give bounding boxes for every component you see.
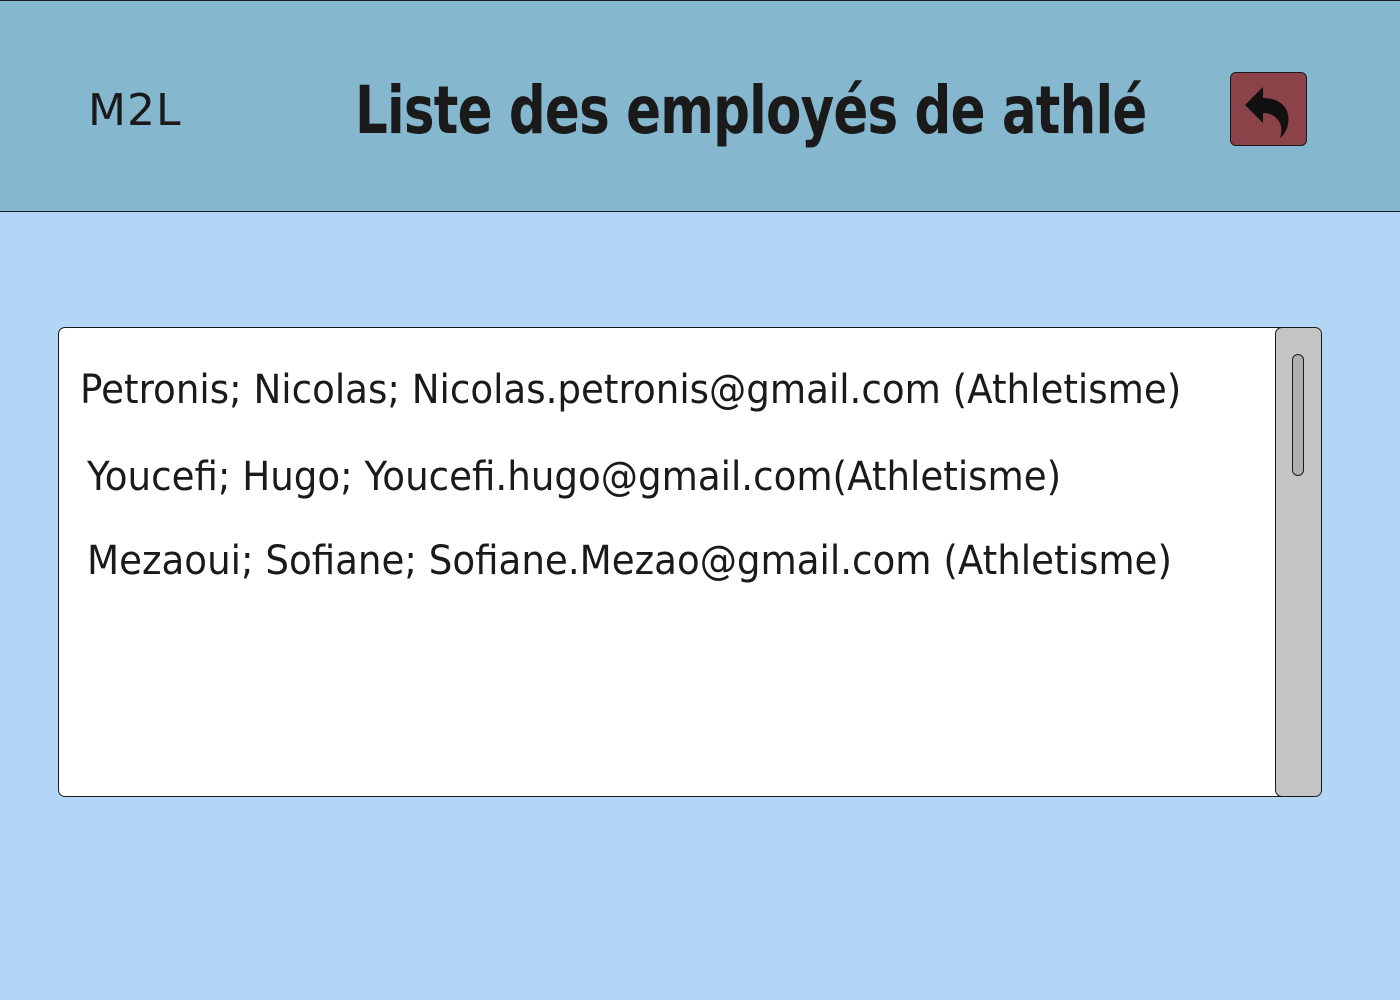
header-bar: M2L Liste des employés de athlé <box>0 0 1400 212</box>
employee-list[interactable]: Petronis; Nicolas; Nicolas.petronis@gmai… <box>58 327 1322 797</box>
app-logo: M2L <box>88 85 182 136</box>
scrollbar-thumb[interactable] <box>1292 354 1304 476</box>
back-arrow-icon <box>1245 87 1289 138</box>
list-item[interactable]: Mezaoui; Sofiane; Sofiane.Mezao@gmail.co… <box>87 537 1172 585</box>
page-title: Liste des employés de athlé <box>355 72 1147 149</box>
list-item[interactable]: Youcefi; Hugo; Youcefi.hugo@gmail.com(At… <box>87 453 1061 501</box>
back-button[interactable] <box>1230 72 1307 146</box>
list-item[interactable]: Petronis; Nicolas; Nicolas.petronis@gmai… <box>80 366 1181 414</box>
scrollbar[interactable] <box>1275 328 1321 796</box>
